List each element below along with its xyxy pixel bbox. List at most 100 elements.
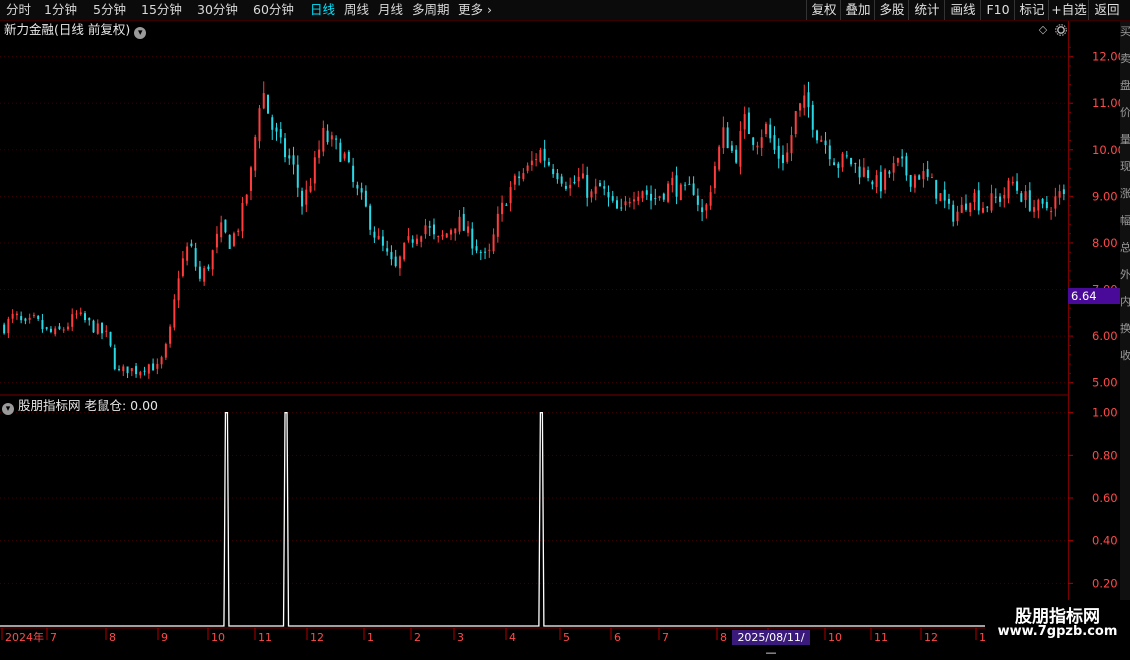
candle-body (747, 112, 750, 135)
candle-body (7, 318, 10, 334)
candle-body (1041, 198, 1044, 204)
candle-body (892, 162, 895, 173)
date-tick-label: 6 (614, 631, 621, 644)
candle-body (37, 315, 40, 319)
candle-body (518, 176, 521, 179)
diamond-icon[interactable]: ◇ (1036, 23, 1050, 37)
candle-body (373, 231, 376, 238)
candle-body (339, 142, 342, 162)
quote-panel-glyph: 总 (1120, 242, 1130, 254)
indicator-line (0, 412, 1068, 627)
candle-body (1037, 199, 1040, 211)
indicator-tick-label: 0.60 (1092, 491, 1118, 505)
candle-body (313, 157, 316, 184)
candle-body (722, 127, 725, 149)
candle-body (526, 165, 529, 171)
stock-title: 新力金融(日线 前复权) (4, 22, 131, 37)
candle-body (918, 175, 921, 180)
date-axis: 2024年7891011121234567891011121 (1, 628, 986, 644)
candle-body (292, 155, 295, 165)
candle-body (1054, 196, 1057, 209)
candle-body (1016, 181, 1019, 191)
candle-body (377, 235, 380, 240)
candle-body (467, 226, 470, 233)
candle-body (428, 226, 431, 228)
candle-body (960, 204, 963, 213)
candle-body (756, 145, 759, 148)
candle-body (743, 114, 746, 130)
candle-body (501, 202, 504, 215)
candle-body (381, 236, 384, 246)
candle-body (760, 137, 763, 148)
candle-body (973, 192, 976, 203)
candle-body (841, 153, 844, 168)
date-tick-label: 4 (509, 631, 516, 644)
candle-body (530, 160, 533, 166)
candle-body (326, 130, 329, 143)
candle-body (547, 161, 550, 166)
candle-body (79, 312, 82, 315)
candle-body (658, 196, 661, 199)
candle-body (539, 149, 542, 162)
candle-body (764, 123, 767, 135)
date-tick-label: 1 (367, 631, 374, 644)
candle-body (301, 190, 304, 207)
quote-panel-glyph: 买 (1120, 26, 1130, 38)
candle-body (15, 313, 18, 316)
candle-body (152, 363, 155, 371)
candle-body (318, 149, 321, 158)
chevron-down-icon[interactable]: ▾ (2, 403, 14, 415)
gear-icon[interactable] (1055, 24, 1067, 36)
candle-body (552, 168, 555, 175)
candle-body (330, 135, 333, 140)
candle-body (169, 326, 172, 344)
candle-body (943, 189, 946, 201)
candle-body (32, 315, 35, 317)
stock-chart[interactable]: 5.006.007.008.009.0010.0011.0012.00 0.20… (0, 0, 1130, 650)
candle-body (824, 140, 827, 146)
candle-body (726, 127, 729, 149)
date-tick-label: 7 (50, 631, 57, 644)
candle-body (254, 136, 257, 171)
candle-body (867, 170, 870, 179)
candle-body (54, 328, 57, 335)
candle-body (513, 175, 516, 185)
price-axis: 5.006.007.008.009.0010.0011.0012.00 (1068, 46, 1125, 390)
candle-body (850, 157, 853, 165)
candle-body (994, 196, 997, 198)
candle-body (858, 166, 861, 178)
candle-body (913, 175, 916, 188)
candle-body (420, 236, 423, 242)
candle-body (347, 151, 350, 162)
candle-body (88, 318, 91, 321)
candle-body (947, 198, 950, 204)
candle-body (637, 196, 640, 201)
candle-body (679, 184, 682, 200)
candle-body (862, 167, 865, 177)
candle-body (415, 238, 418, 245)
candle-body (586, 174, 589, 198)
candle-body (432, 224, 435, 235)
chevron-down-icon[interactable]: ▾ (134, 27, 147, 39)
candle-body (190, 243, 193, 246)
candle-body (611, 196, 614, 201)
candle-body (871, 181, 874, 185)
candle-body (267, 94, 269, 114)
candle-body (394, 256, 397, 267)
quote-panel-glyph: 涨 (1120, 188, 1130, 200)
stock-title-bar[interactable]: 新力金融(日线 前复权) ▾ (4, 21, 147, 39)
candle-body (118, 369, 121, 371)
candle-body (3, 324, 6, 334)
indicator-tick-label: 0.40 (1092, 534, 1118, 548)
candle-body (322, 127, 325, 152)
candle-body (403, 242, 406, 260)
candle-body (807, 92, 810, 108)
candle-body (671, 177, 674, 186)
candle-body (130, 368, 133, 372)
candle-body (990, 193, 993, 211)
candle-body (777, 145, 780, 159)
candle-body (969, 202, 972, 213)
indicator-title-bar[interactable]: ▾ 股朋指标网 老鼠仓: 0.00 (2, 397, 158, 415)
candle-body (803, 95, 806, 108)
candle-body (603, 186, 606, 189)
